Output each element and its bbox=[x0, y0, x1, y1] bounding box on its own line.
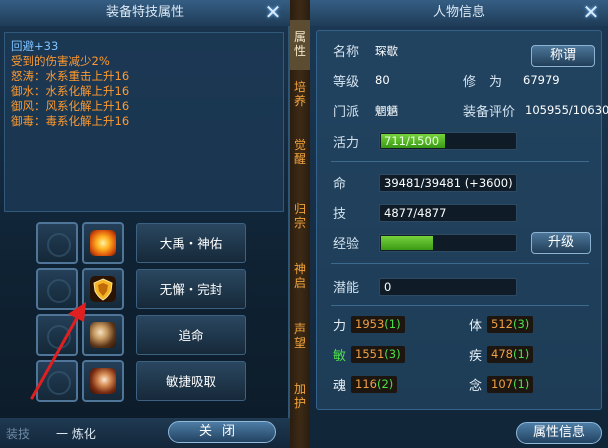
attribute-info-button[interactable]: 属性信息 bbox=[516, 422, 602, 444]
attr-bonus: (3) bbox=[384, 347, 401, 361]
name-value: 琛歇 bbox=[375, 44, 398, 58]
level-label: 等级 bbox=[333, 75, 360, 90]
attr-body-value: 512(3) bbox=[487, 316, 534, 333]
cultivation-value: 67979 bbox=[523, 73, 560, 87]
divider bbox=[331, 161, 589, 162]
name-label: 名称 bbox=[333, 45, 360, 60]
close-icon[interactable]: ✕ bbox=[580, 2, 602, 24]
attr-bonus: (1) bbox=[512, 347, 530, 361]
attr-body-label: 体 bbox=[469, 319, 483, 334]
tab-return[interactable]: 归宗 bbox=[290, 202, 310, 242]
equipment-skill-panel: 装备特技属性 ✕ 回避+33 受到的伤害减少2% 怒涛：水系重击上升16 御水：… bbox=[0, 0, 290, 448]
tab-reputation[interactable]: 声望 bbox=[290, 322, 310, 362]
skill-points-label: 技 bbox=[333, 207, 347, 222]
attr-base: 478 bbox=[491, 347, 513, 361]
potential-field: 0 bbox=[379, 278, 517, 296]
title-button[interactable]: 称谓 bbox=[531, 45, 595, 67]
upgrade-button[interactable]: 升级 bbox=[531, 232, 591, 254]
annotation-arrow bbox=[30, 302, 86, 400]
tab-attributes[interactable]: 属性 bbox=[290, 20, 310, 70]
attr-mind-label: 念 bbox=[469, 379, 483, 394]
attr-bonus: (1) bbox=[384, 317, 401, 331]
tab-cultivate[interactable]: 培养 bbox=[290, 80, 310, 120]
equip-score-value: 105955/106308 bbox=[525, 103, 608, 117]
potential-value: 0 bbox=[384, 280, 392, 294]
tab-divine[interactable]: 神启 bbox=[290, 262, 310, 302]
skill-points-field: 4877/4877 bbox=[379, 204, 517, 222]
cultivation-label: 修 为 bbox=[463, 75, 503, 90]
skill-points-value: 4877/4877 bbox=[384, 206, 447, 220]
divider bbox=[331, 305, 589, 306]
sect-label: 门派 bbox=[333, 105, 360, 120]
vitality-value: 711/1500 bbox=[384, 134, 440, 148]
attr-speed-label: 疾 bbox=[469, 349, 483, 364]
attr-mind-value: 107(1) bbox=[487, 376, 534, 393]
attr-agility-label: 敏 bbox=[333, 349, 347, 364]
hp-value: 39481/39481 (+3600) bbox=[384, 176, 513, 190]
attr-soul-value: 116(2) bbox=[351, 376, 398, 393]
exp-bar-fill bbox=[381, 236, 433, 250]
tab-protect[interactable]: 加护 bbox=[290, 382, 310, 422]
exp-label: 经验 bbox=[333, 237, 360, 252]
attr-base: 116 bbox=[355, 377, 377, 391]
vitality-bar: 711/1500 bbox=[379, 132, 517, 150]
hp-field: 39481/39481 (+3600) bbox=[379, 174, 517, 192]
attr-strength-label: 力 bbox=[333, 319, 347, 334]
attr-speed-value: 478(1) bbox=[487, 346, 534, 363]
attr-bonus: (2) bbox=[376, 377, 394, 391]
attr-bonus: (1) bbox=[512, 377, 530, 391]
attr-base: 107 bbox=[491, 377, 513, 391]
attr-base: 1551 bbox=[355, 347, 385, 361]
attr-base: 1953 bbox=[355, 317, 385, 331]
equip-score-label: 装备评价 bbox=[463, 105, 516, 120]
attr-agility-value: 1551(3) bbox=[351, 346, 405, 363]
sect-value: 魍魉 bbox=[375, 104, 398, 118]
panel-title: 人物信息 bbox=[310, 0, 608, 26]
side-tab-strip: 属性 培养 觉醒 归宗 神启 声望 加护 bbox=[290, 0, 310, 448]
attr-strength-value: 1953(1) bbox=[351, 316, 405, 333]
exp-bar bbox=[379, 234, 517, 252]
level-value: 80 bbox=[375, 73, 390, 87]
divider bbox=[331, 263, 589, 264]
attr-bonus: (3) bbox=[512, 317, 530, 331]
stats-box: 名称 琛歇 称谓 等级 80 修 为 67979 门派 魍魉 装备评价 1059… bbox=[316, 30, 608, 410]
character-info-panel: 人物信息 ✕ 名称 琛歇 称谓 等级 80 修 为 67979 门派 魍魉 装备… bbox=[310, 0, 608, 448]
hp-label: 命 bbox=[333, 177, 347, 192]
attr-base: 512 bbox=[491, 317, 513, 331]
vitality-label: 活力 bbox=[333, 136, 360, 151]
potential-label: 潜能 bbox=[333, 281, 360, 296]
tab-awaken[interactable]: 觉醒 bbox=[290, 138, 310, 178]
attr-soul-label: 魂 bbox=[333, 379, 347, 394]
